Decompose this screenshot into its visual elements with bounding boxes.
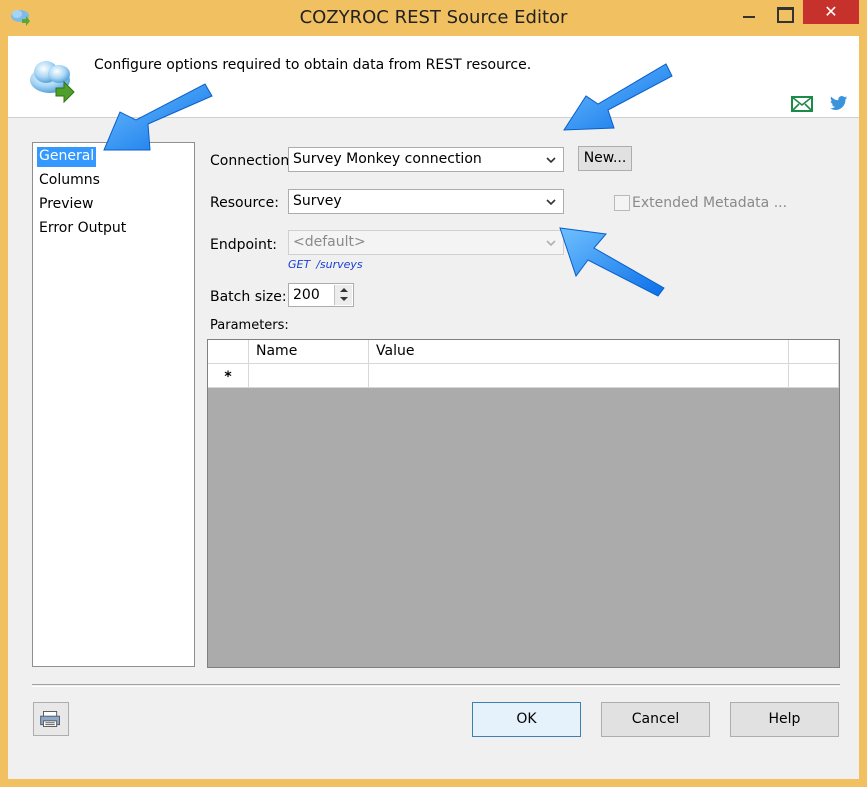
resource-select[interactable]: Survey [288,189,564,214]
chevron-down-icon [546,157,556,163]
twitter-icon[interactable] [830,95,848,111]
grid-header-value[interactable]: Value [369,340,789,364]
email-icon[interactable] [791,96,813,112]
cancel-button[interactable]: Cancel [601,702,710,737]
extended-metadata-checkbox[interactable] [614,195,630,211]
extended-metadata-label[interactable]: Extended Metadata ... [632,195,787,211]
close-button[interactable]: ✕ [803,0,859,24]
grid-header-name[interactable]: Name [249,340,369,364]
nav-item-preview[interactable]: Preview [37,195,96,215]
resource-label: Resource: [210,195,279,211]
endpoint-label: Endpoint: [210,237,278,253]
help-button[interactable]: Help [730,702,839,737]
parameters-grid[interactable]: Name Value * [207,339,840,668]
nav-item-columns[interactable]: Columns [37,171,102,191]
print-button[interactable] [33,702,69,736]
batch-size-label: Batch size: [210,289,287,305]
minimize-button[interactable] [732,0,766,24]
maximize-button[interactable] [767,0,801,24]
chevron-down-icon [546,199,556,205]
nav-item-general[interactable]: General [37,147,97,167]
connection-label: Connection: [210,153,294,169]
endpoint-hint: GET/surveys [288,258,369,271]
footer-separator [32,684,840,687]
grid-corner-header [208,340,249,364]
spin-down-icon[interactable] [334,295,352,305]
printer-icon [40,711,60,727]
endpoint-method: GET [288,258,311,271]
endpoint-path: /surveys [316,258,363,271]
endpoint-select[interactable]: <default> [288,230,564,255]
header-panel: Configure options required to obtain dat… [8,36,859,118]
connection-select-value: Survey Monkey connection [293,151,482,167]
grid-header-filler [789,340,839,364]
grid-cell-filler [789,364,839,388]
dialog-window: COZYROC REST Source Editor ✕ Configure o… [0,0,867,787]
nav-item-error-output[interactable]: Error Output [37,219,128,239]
grid-cell-value[interactable] [369,364,789,388]
cloud-download-icon [30,61,75,104]
ok-button[interactable]: OK [472,702,581,737]
spin-up-icon[interactable] [334,285,352,295]
chevron-down-icon [546,240,556,246]
resource-select-value: Survey [293,193,342,209]
dialog-client-area: Configure options required to obtain dat… [8,36,859,779]
grid-new-row-marker[interactable]: * [208,364,249,388]
endpoint-select-value: <default> [293,234,366,250]
grid-cell-name[interactable] [249,364,369,388]
header-description: Configure options required to obtain dat… [94,57,532,73]
page-navigation-list[interactable]: General Columns Preview Error Output [32,142,195,667]
title-bar[interactable]: COZYROC REST Source Editor ✕ [0,0,867,36]
new-connection-button[interactable]: New... [578,146,632,171]
parameters-label: Parameters: [210,318,289,333]
connection-select[interactable]: Survey Monkey connection [288,147,564,172]
